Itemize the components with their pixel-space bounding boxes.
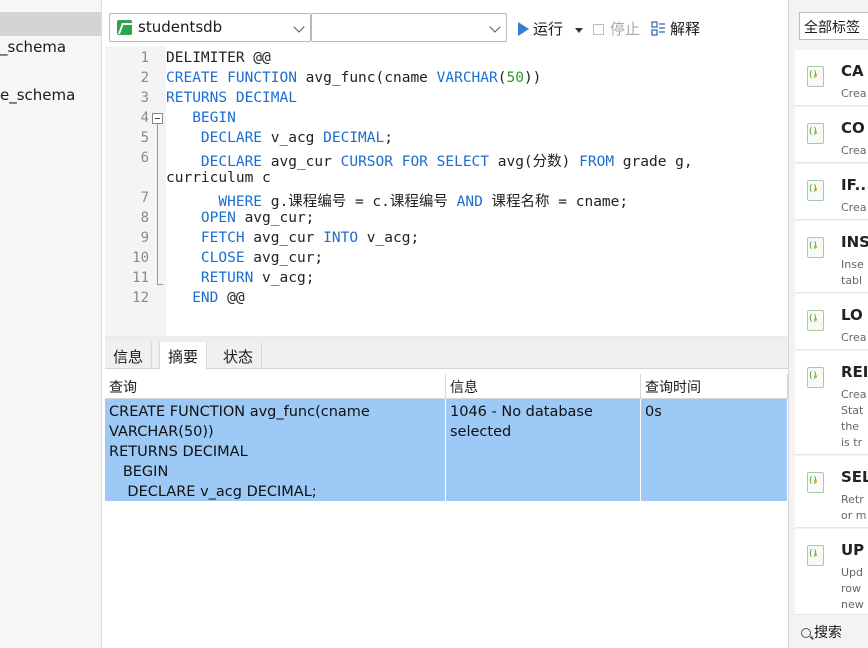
explain-icon [651, 21, 665, 36]
stop-button-label: 停止 [610, 20, 641, 38]
chevron-down-icon [489, 21, 501, 33]
tab-summary[interactable]: 摘要 [159, 342, 208, 370]
snippet-search[interactable]: 搜索 [801, 622, 842, 642]
line-number: 3 [140, 90, 149, 106]
snippet-filter-select[interactable]: 全部标签 [799, 12, 868, 40]
line-number: 8 [140, 210, 149, 226]
snippet-file-icon [807, 180, 824, 201]
code-line: DECLARE avg_cur CURSOR FOR SELECT avg(分数… [200, 154, 693, 170]
play-icon [518, 22, 529, 36]
table-row-query-cell[interactable]: CREATE FUNCTION avg_func(cname VARCHAR(5… [105, 399, 446, 501]
snippet-desc: Crea [841, 331, 867, 344]
stop-button[interactable]: 停止 [593, 18, 640, 39]
fold-guide [157, 124, 158, 284]
line-number: 1 [140, 50, 149, 66]
code-line: OPEN avg_cur; [200, 210, 315, 226]
snippet-search-label: 搜索 [814, 625, 842, 641]
code-line: CREATE FUNCTION avg_func(cname VARCHAR(5… [166, 70, 542, 86]
column-header-time[interactable]: 查询时间 [641, 374, 788, 399]
database-icon [117, 20, 132, 35]
summary-table: 查询 信息 查询时间 CREATE FUNCTION avg_func(cnam… [105, 374, 788, 648]
snippet-title: CO [841, 119, 865, 137]
table-row-time-cell[interactable]: 0s [641, 399, 788, 501]
snippet-file-icon [807, 310, 824, 331]
snippet-item[interactable]: UP Upd row new [795, 529, 868, 615]
code-line: END @@ [192, 290, 245, 306]
run-button-label: 运行 [533, 20, 564, 38]
code-line: WHERE g.课程编号 = c.课程编号 AND 课程名称 = cname; [218, 194, 629, 210]
snippet-title: IF.. [841, 176, 867, 194]
snippet-item[interactable]: CO Crea [795, 107, 868, 163]
snippet-file-icon [807, 367, 824, 388]
column-header-query[interactable]: 查询 [105, 374, 446, 399]
column-header-message[interactable]: 信息 [446, 374, 641, 399]
code-line: CLOSE avg_cur; [200, 250, 324, 266]
snippet-desc: Upd row new [841, 566, 864, 611]
snippet-title: UP [841, 541, 865, 559]
line-number: 11 [132, 270, 149, 286]
snippet-panel: 全部标签 CA Crea CO Crea IF.. Crea INS Inse … [788, 0, 868, 648]
snippet-desc: Crea [841, 201, 867, 214]
code-line: BEGIN [192, 110, 236, 126]
snippet-item[interactable]: REI Crea Stat the is tr [795, 351, 868, 455]
snippet-file-icon [807, 237, 824, 258]
code-line: DECLARE v_acg DECIMAL; [200, 130, 393, 146]
snippet-title: REI [841, 363, 868, 381]
code-line: DELIMITER @@ [166, 50, 271, 66]
chevron-down-icon [293, 21, 305, 33]
database-select[interactable]: studentsdb [109, 13, 311, 42]
code-line: RETURNS DECIMAL [166, 90, 297, 106]
code-line: curriculum c [166, 170, 271, 186]
explain-button[interactable]: 解释 [651, 18, 700, 39]
snippet-file-icon [807, 66, 824, 87]
tab-info[interactable]: 信息 [105, 342, 153, 369]
snippet-desc: Crea Stat the is tr [841, 388, 867, 449]
snippet-title: CA [841, 62, 864, 80]
snippet-item[interactable]: CA Crea [795, 50, 868, 106]
explain-button-label: 解释 [670, 20, 701, 38]
run-button[interactable]: 运行 [518, 18, 563, 39]
snippet-item[interactable]: SEL Retr or m [795, 456, 868, 528]
run-dropdown-icon[interactable] [575, 28, 583, 33]
schema-select[interactable] [311, 13, 507, 42]
line-number: 7 [140, 190, 149, 206]
navigator-schema-item[interactable]: _schema [0, 38, 66, 56]
snippet-desc: Crea [841, 144, 867, 157]
snippet-desc: Crea [841, 87, 867, 100]
snippet-item[interactable]: IF.. Crea [795, 164, 868, 220]
table-row-message-cell[interactable]: 1046 - No database selected [446, 399, 641, 501]
line-number: 9 [140, 230, 149, 246]
line-number: 5 [140, 130, 149, 146]
snippet-item[interactable]: LO Crea [795, 294, 868, 350]
line-number: 10 [132, 250, 149, 266]
sql-editor[interactable]: 1 2 3 4 5 6 7 8 9 10 11 12 DELIMITER @@ … [105, 46, 788, 336]
snippet-file-icon [807, 545, 824, 566]
snippet-desc: Retr or m [841, 493, 867, 522]
snippet-desc: Inse tabl [841, 258, 864, 287]
fold-guide-end [157, 284, 163, 285]
search-icon [801, 628, 811, 638]
query-toolbar: studentsdb 运行 停止 解释 [105, 10, 788, 46]
navigator-schema-item[interactable]: e_schema [0, 86, 75, 104]
line-number: 4 [140, 110, 149, 126]
snippet-item[interactable]: INS Inse tabl [795, 221, 868, 293]
stop-icon [593, 24, 604, 35]
snippet-title: LO [841, 306, 863, 324]
fold-collapse-icon[interactable] [152, 113, 163, 124]
tab-status[interactable]: 状态 [215, 342, 263, 369]
snippet-title: SEL [841, 468, 868, 486]
result-tabs: 信息 摘要 状态 [105, 342, 788, 370]
line-number: 6 [140, 150, 149, 166]
database-select-value: studentsdb [138, 18, 223, 36]
line-number: 12 [132, 290, 149, 306]
snippet-file-icon [807, 472, 824, 493]
snippet-file-icon [807, 123, 824, 144]
navigator-selection [0, 12, 101, 36]
code-line: FETCH avg_cur INTO v_acg; [200, 230, 420, 246]
line-number-gutter: 1 2 3 4 5 6 7 8 9 10 11 12 [105, 46, 149, 336]
snippet-title: INS [841, 233, 868, 251]
code-line: RETURN v_acg; [200, 270, 315, 286]
line-number: 2 [140, 70, 149, 86]
object-navigator: _schema e_schema [0, 0, 102, 648]
